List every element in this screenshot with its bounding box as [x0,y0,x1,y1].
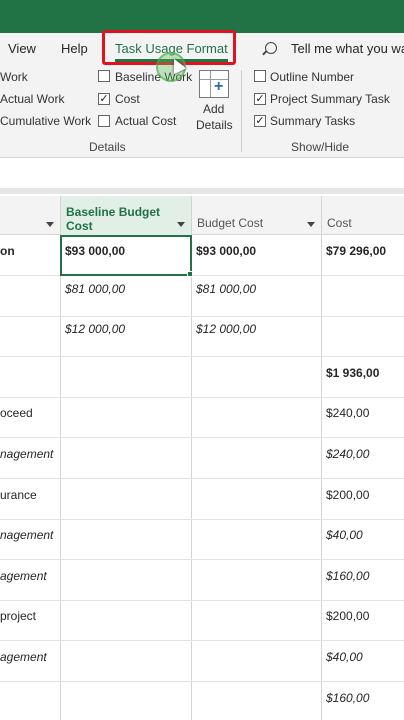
cell-name[interactable]: nagement [0,519,60,559]
cell-cost[interactable]: $1 936,00 [322,357,404,397]
cell-name[interactable]: project [0,600,60,640]
cell-cost[interactable]: $160,00 [322,560,404,600]
cell-baseline[interactable] [61,438,191,478]
cell-baseline[interactable] [61,641,191,681]
cell-budget[interactable]: $81 000,00 [192,276,321,316]
selected-cell [60,235,192,276]
table-row[interactable]: agement $160,00 [0,560,404,601]
cell-name[interactable] [0,357,60,397]
fill-handle[interactable] [187,271,193,277]
cell-budget[interactable] [192,519,321,559]
cell-budget[interactable] [192,600,321,640]
cell-baseline[interactable] [61,682,191,720]
table-row[interactable]: project $200,00 [0,600,404,642]
cell-cost[interactable] [322,276,404,316]
cell-cost[interactable]: $40,00 [322,641,404,681]
table-row[interactable]: urance $200,00 [0,479,404,520]
add-plus-icon: + [214,78,224,95]
table-row[interactable]: $81 000,00 $81 000,00 [0,276,404,317]
cell-baseline[interactable]: $12 000,00 [61,316,191,356]
details-work[interactable]: Work [0,70,28,84]
cell-budget[interactable] [192,479,321,519]
cell-name[interactable] [0,276,60,316]
table-row[interactable]: oceed $240,00 [0,397,404,439]
table-row[interactable]: agement $40,00 [0,641,404,682]
cell-baseline[interactable] [61,600,191,640]
cell-budget[interactable] [192,357,321,397]
cell-baseline[interactable] [61,519,191,559]
details-actual-work[interactable]: Actual Work [0,92,64,106]
add-details-label-1[interactable]: Add [203,102,224,116]
cell-budget[interactable] [192,641,321,681]
add-details-label-2[interactable]: Details [196,118,233,132]
label-outline-number: Outline Number [270,70,355,84]
cell-name[interactable]: nagement [0,438,60,478]
cell-cost[interactable]: $160,00 [322,682,404,720]
cell-cost[interactable]: $40,00 [322,519,404,559]
cell-baseline[interactable]: $81 000,00 [61,276,191,316]
ribbon-separator [241,70,242,152]
cell-name[interactable] [0,682,60,720]
cell-name[interactable]: agement [0,560,60,600]
split-bar[interactable] [0,188,404,194]
tab-view[interactable]: View [8,41,36,56]
chevron-down-icon[interactable] [46,222,54,227]
details-group-label: Details [89,140,126,154]
table-row[interactable]: $160,00 [0,682,404,720]
cell-baseline[interactable] [61,397,191,437]
cell-name[interactable]: oceed [0,397,60,437]
cell-budget[interactable] [192,438,321,478]
header-cost[interactable]: Cost [322,196,404,235]
cell-cost[interactable]: $79 296,00 [322,235,404,275]
label-actual-cost: Actual Cost [115,114,177,128]
tell-me-search[interactable]: Tell me what you wa [291,41,404,56]
cell-cost[interactable]: $240,00 [322,397,404,437]
checkbox-summary-tasks[interactable]: ✓ [254,115,266,127]
checkbox-outline-number[interactable] [254,70,266,82]
chevron-down-icon[interactable] [307,222,315,227]
header-line-2: Cost [66,219,93,233]
cell-cost[interactable]: $240,00 [322,438,404,478]
checkbox-baseline-work[interactable] [98,70,110,82]
cell-cost[interactable]: $200,00 [322,479,404,519]
details-cumulative-work[interactable]: Cumulative Work [0,114,91,128]
showhide-group-label: Show/Hide [291,140,350,154]
search-icon [265,42,277,54]
table-row[interactable]: $12 000,00 $12 000,00 [0,316,404,358]
cell-budget[interactable]: $12 000,00 [192,316,321,356]
table-row[interactable]: nagement $40,00 [0,519,404,561]
checkbox-cost[interactable]: ✓ [98,93,110,105]
cell-baseline[interactable] [61,560,191,600]
cell-baseline[interactable] [61,357,191,397]
title-bar [0,0,404,33]
header-baseline-budget-cost[interactable]: Baseline Budget Cost [61,196,192,235]
cell-baseline[interactable] [61,479,191,519]
table-row[interactable]: $1 936,00 [0,357,404,398]
chevron-down-icon[interactable] [177,222,185,227]
label-summary-tasks: Summary Tasks [270,114,356,128]
checkbox-actual-cost[interactable] [98,115,110,127]
header-budget-cost[interactable]: Budget Cost [192,196,322,235]
label-cost: Cost [115,92,140,106]
table-row[interactable]: nagement $240,00 [0,438,404,479]
cell-cost[interactable] [322,316,404,356]
cell-name[interactable]: on [0,235,60,275]
tab-help[interactable]: Help [61,41,88,56]
cell-budget[interactable]: $93 000,00 [192,235,321,275]
cell-name[interactable]: urance [0,479,60,519]
cell-budget[interactable] [192,560,321,600]
checkbox-project-summary-task[interactable]: ✓ [254,93,266,105]
header-line-1: Baseline Budget [66,205,161,219]
cell-budget[interactable] [192,682,321,720]
header-task-name[interactable] [0,196,61,235]
cell-name[interactable]: agement [0,641,60,681]
cell-cost[interactable]: $200,00 [322,600,404,640]
cell-budget[interactable] [192,397,321,437]
label-project-summary-task: Project Summary Task [270,92,390,106]
cell-name[interactable] [0,316,60,356]
